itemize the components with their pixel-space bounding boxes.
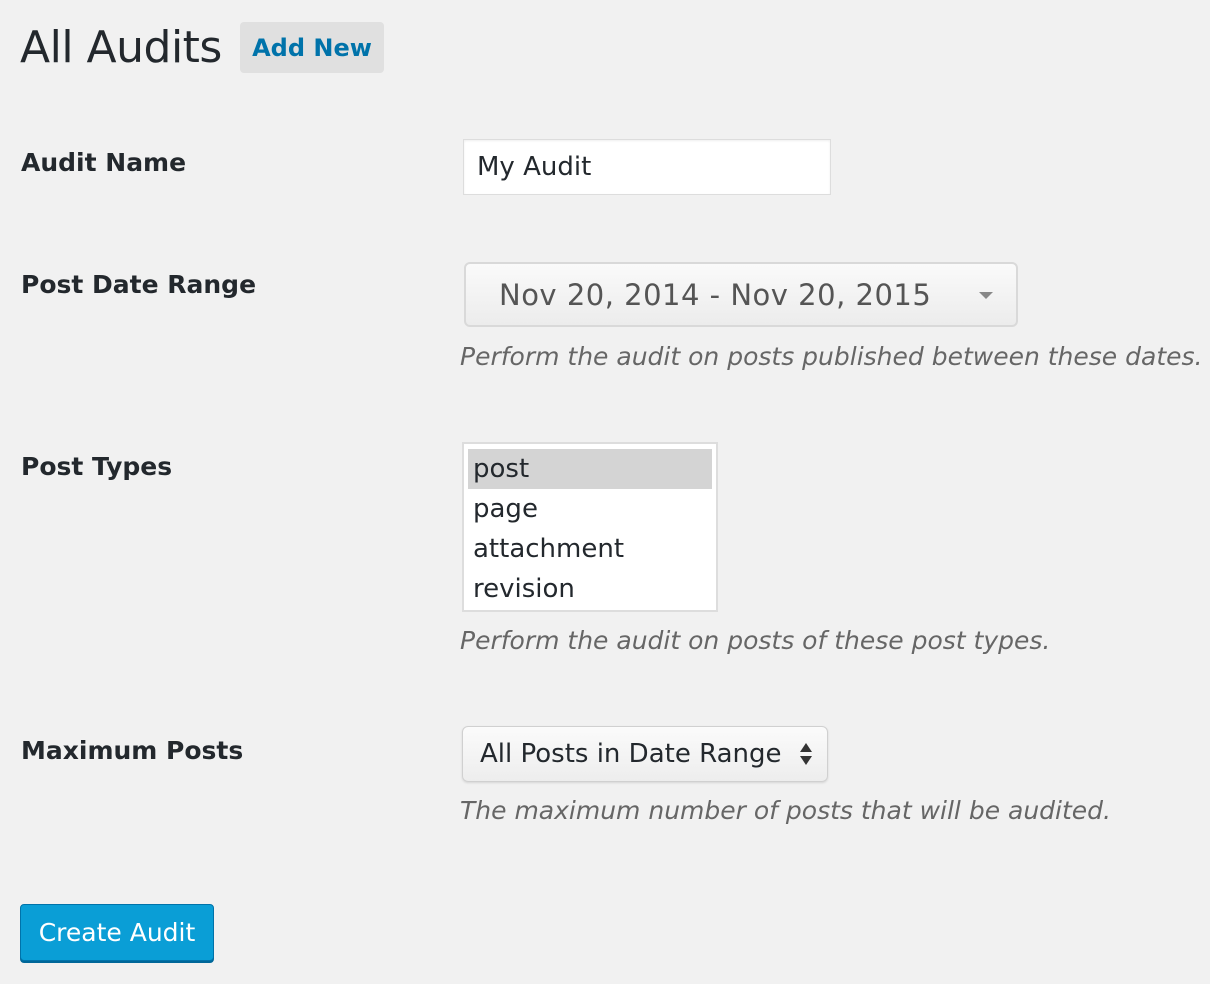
post-types-listbox[interactable]: post page attachment revision [462,442,718,612]
post-type-option-page[interactable]: page [468,489,712,529]
select-arrows-icon [800,740,814,768]
post-type-option-revision[interactable]: revision [468,569,712,609]
post-type-option-attachment[interactable]: attachment [468,529,712,569]
date-range-picker[interactable]: Nov 20, 2014 - Nov 20, 2015 [464,262,1018,327]
post-type-option-post[interactable]: post [468,449,712,489]
post-types-description: Perform the audit on posts of these post… [460,626,1051,655]
post-date-range-description: Perform the audit on posts published bet… [460,342,1203,371]
maximum-posts-description: The maximum number of posts that will be… [460,796,1112,825]
post-date-range-label: Post Date Range [21,270,257,299]
maximum-posts-label: Maximum Posts [21,736,244,765]
page-title: All Audits [20,22,222,73]
date-range-value: Nov 20, 2014 - Nov 20, 2015 [499,277,932,312]
post-types-label: Post Types [21,452,173,481]
maximum-posts-value: All Posts in Date Range [480,739,782,769]
add-new-button[interactable]: Add New [240,22,384,73]
maximum-posts-select[interactable]: All Posts in Date Range [462,726,828,782]
create-audit-button[interactable]: Create Audit [20,904,214,961]
chevron-down-icon [979,292,993,299]
audit-name-input[interactable] [463,139,831,195]
audit-name-label: Audit Name [21,148,187,177]
